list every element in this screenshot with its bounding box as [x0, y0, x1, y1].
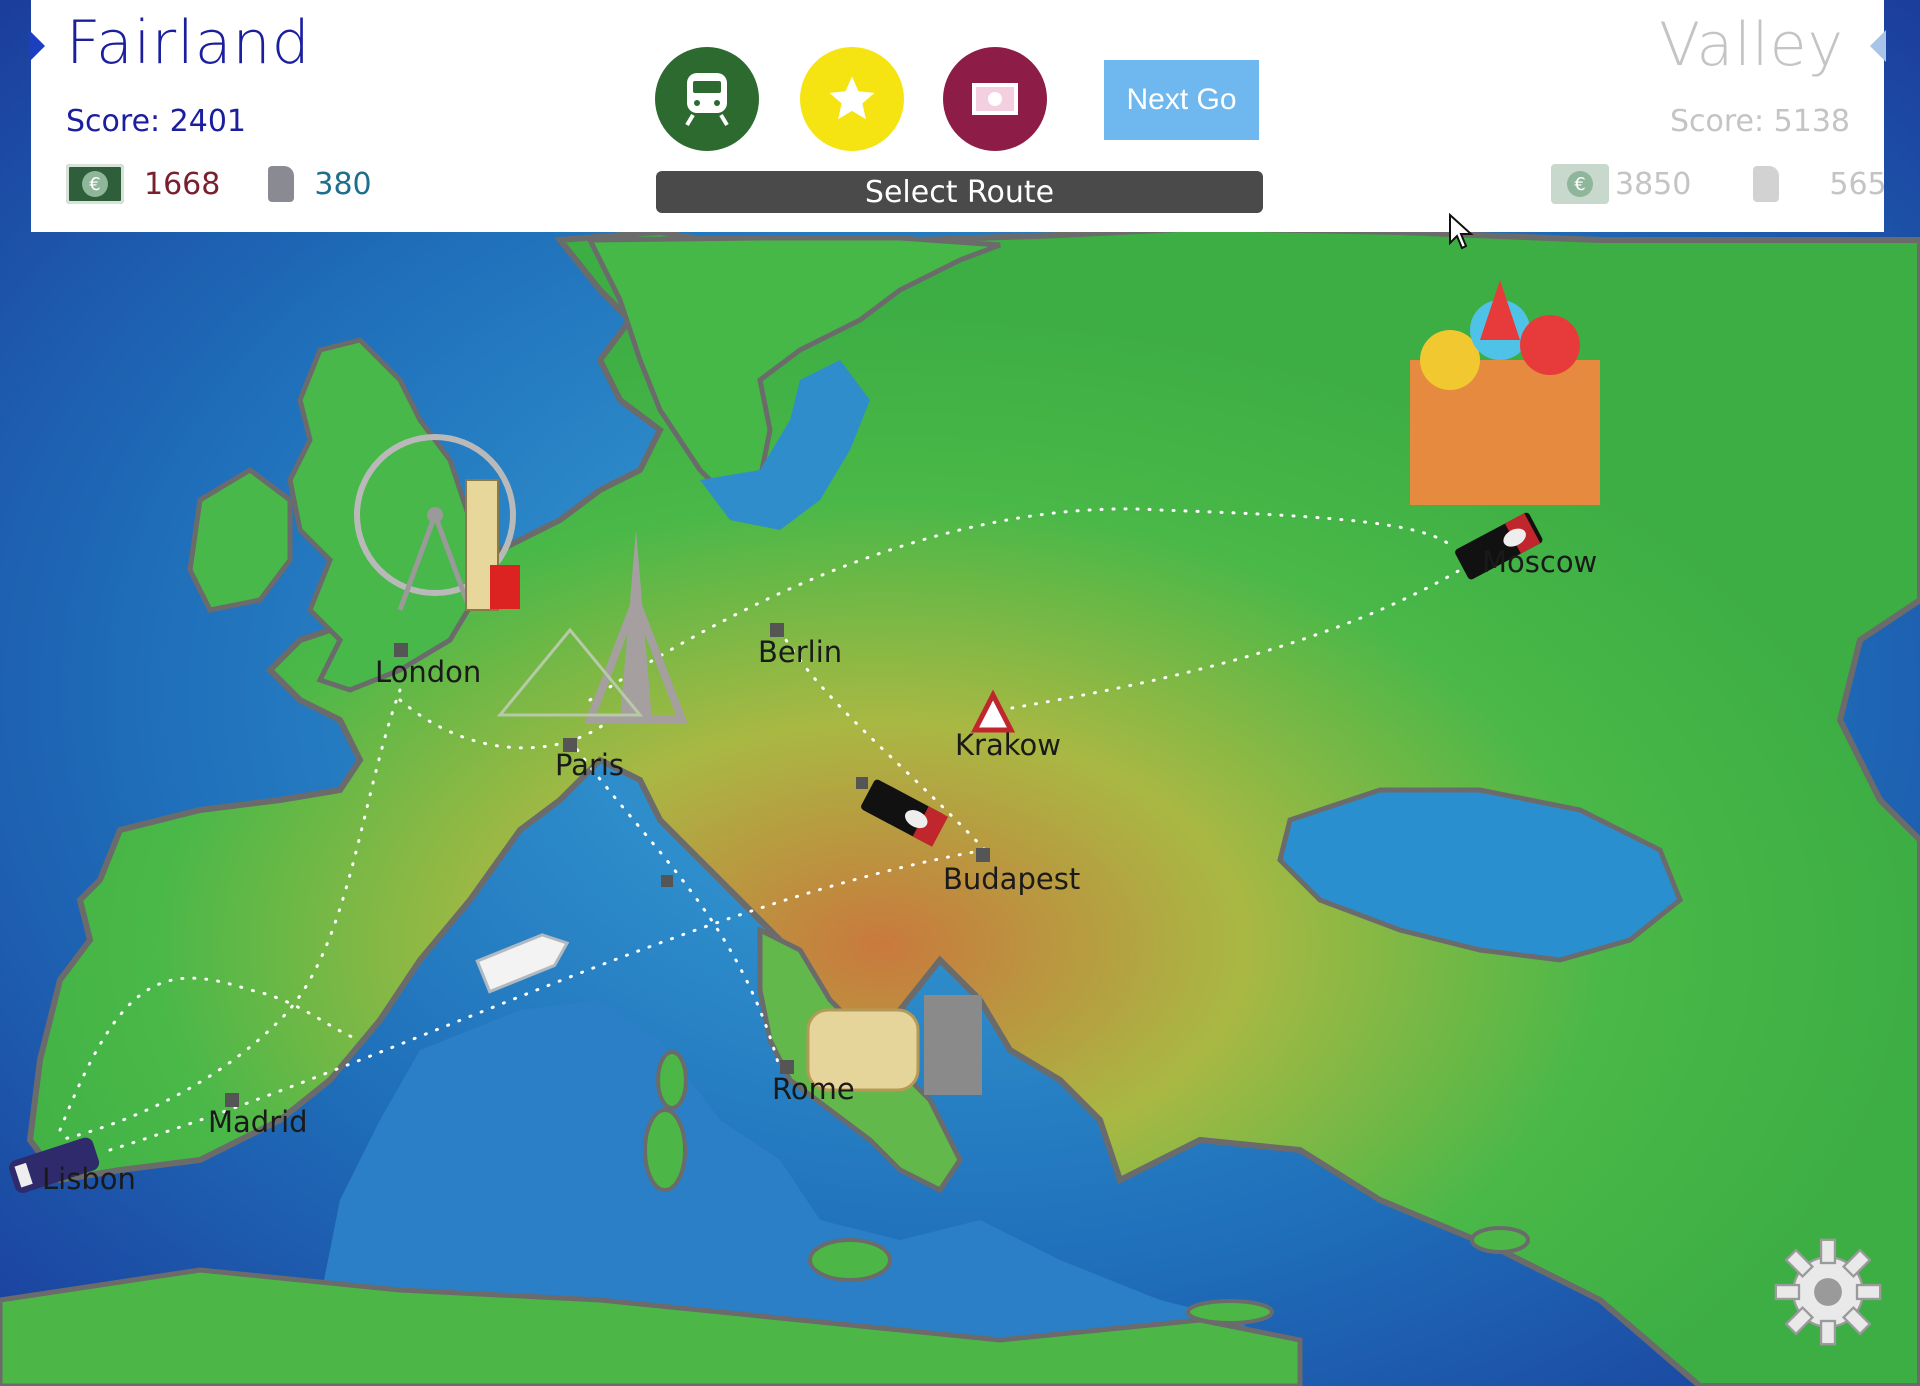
city-label-berlin[interactable]: Berlin: [758, 635, 842, 669]
euro-symbol: €: [82, 171, 108, 197]
city-label-london[interactable]: London: [375, 655, 481, 689]
fuel-icon-faded: [1753, 166, 1780, 202]
sicily-island: [808, 1238, 892, 1282]
city-label-madrid[interactable]: Madrid: [208, 1105, 308, 1139]
star-icon: [829, 76, 875, 120]
city-label-krakow[interactable]: Krakow: [955, 728, 1061, 762]
settings-gear-icon[interactable]: [1770, 1234, 1886, 1350]
city-marker-waypoint: [661, 875, 673, 887]
train-icon: [685, 73, 729, 127]
mouse-cursor-icon: [1449, 213, 1474, 250]
crete-island: [1186, 1299, 1274, 1325]
player1-money: 1668: [144, 166, 221, 202]
money-icon: €: [66, 164, 124, 204]
city-label-budapest[interactable]: Budapest: [943, 862, 1080, 896]
fuel-icon: [268, 166, 295, 202]
player-hud: Fairland Score: 2401 € 1668 380 Valley S…: [29, 0, 1887, 232]
player2-money: 3850: [1615, 166, 1692, 202]
corsica-island: [656, 1050, 688, 1110]
city-label-paris[interactable]: Paris: [555, 748, 624, 782]
cyprus-island: [1470, 1226, 1530, 1254]
banknote-icon: [972, 83, 1018, 115]
player2-resources: € 3850 565: [1551, 162, 1887, 206]
train-button[interactable]: [655, 47, 759, 151]
city-marker-waypoint-2: [856, 777, 868, 789]
next-go-button[interactable]: Next Go: [1104, 60, 1259, 140]
money-button[interactable]: [943, 47, 1047, 151]
city-label-moscow[interactable]: Moscow: [1482, 545, 1597, 579]
player1-resources: € 1668 380: [66, 162, 372, 206]
player2-score: Score: 5138: [1669, 104, 1850, 139]
sardinia-island: [643, 1108, 687, 1192]
city-label-rome[interactable]: Rome: [772, 1072, 855, 1106]
player1-name: Fairland: [66, 8, 311, 78]
euro-symbol-faded: €: [1567, 171, 1593, 197]
player2-fuel: 565: [1829, 166, 1887, 202]
player1-score: Score: 2401: [66, 104, 247, 139]
player1-fuel: 380: [314, 166, 372, 202]
player2-name: Valley: [1659, 10, 1844, 80]
city-label-lisbon[interactable]: Lisbon: [42, 1162, 136, 1196]
city-marker-budapest: [976, 848, 990, 862]
player2-turn-indicator: [1870, 30, 1886, 62]
select-route-bar[interactable]: Select Route: [656, 171, 1263, 213]
player1-turn-indicator: [29, 30, 45, 62]
money-icon-faded: €: [1551, 164, 1609, 204]
star-button[interactable]: [800, 47, 904, 151]
